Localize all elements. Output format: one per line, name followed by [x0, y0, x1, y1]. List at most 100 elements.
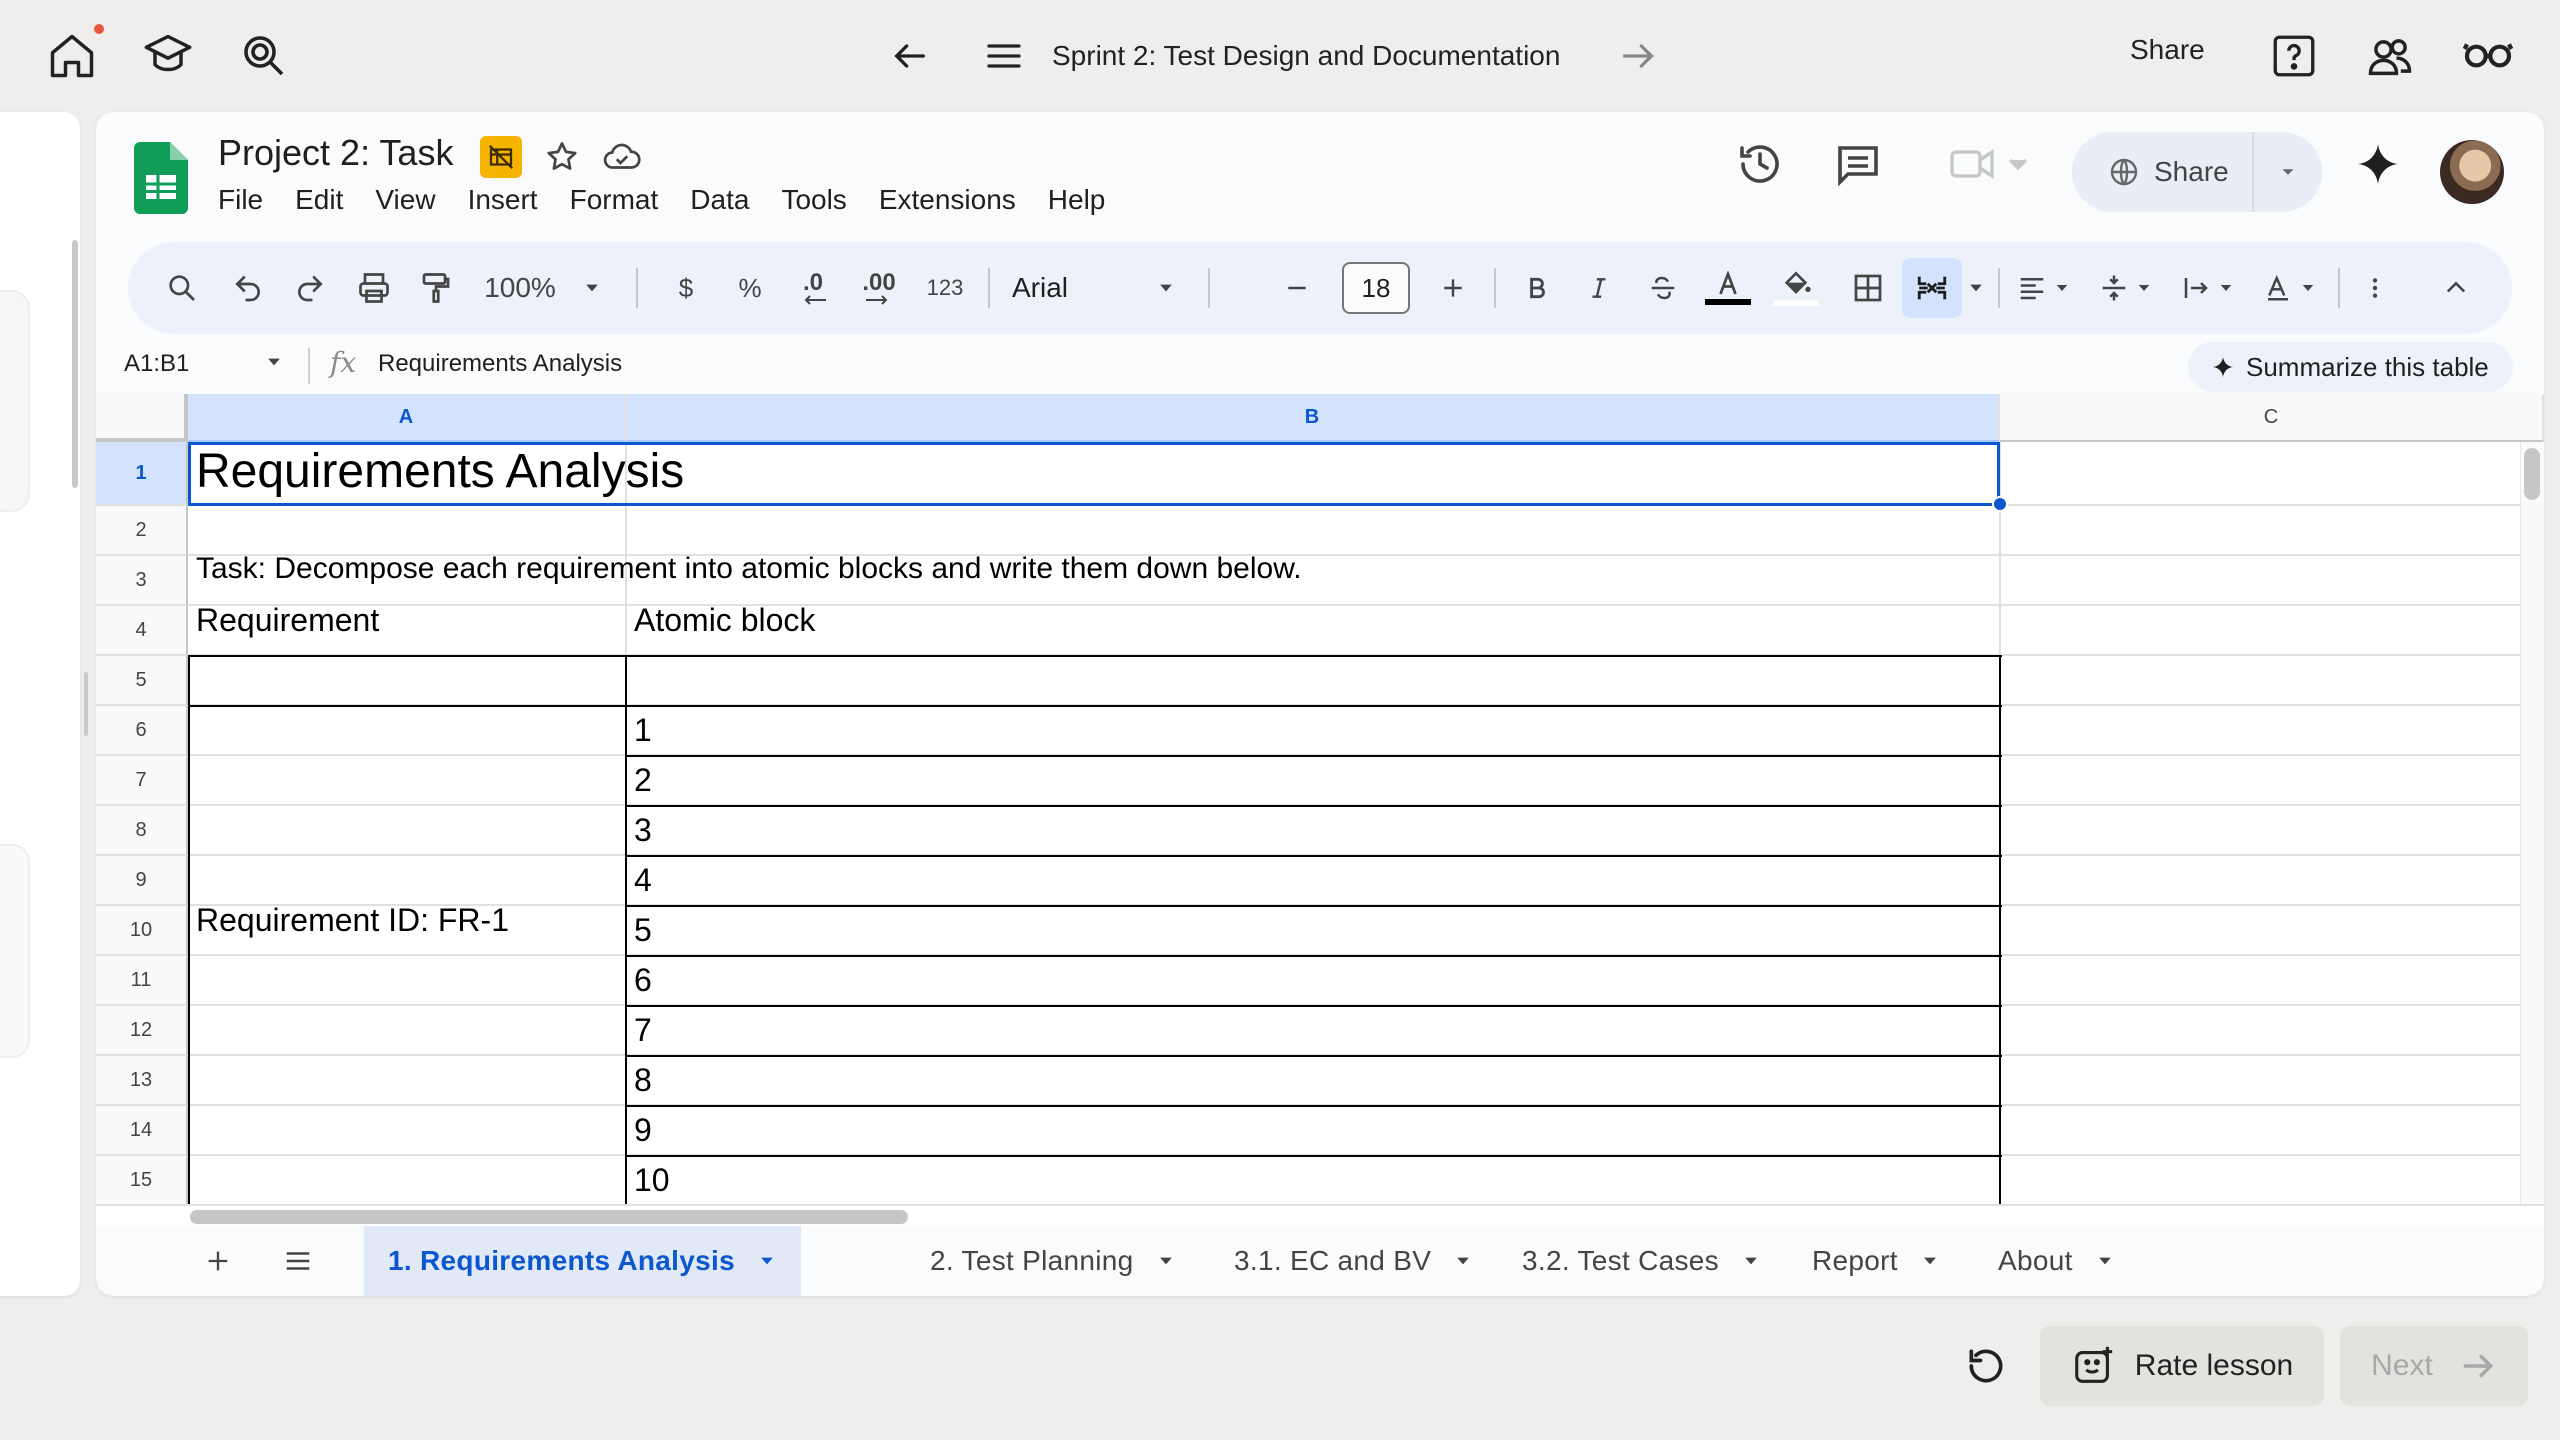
spreadsheet-grid[interactable]: A B C Requirements Analysis Task: Decomp… — [96, 394, 2544, 1204]
gemini-icon[interactable] — [2346, 132, 2410, 196]
row-header[interactable]: 13 — [96, 1056, 188, 1106]
row-header[interactable]: 12 — [96, 1006, 188, 1056]
reload-icon[interactable] — [1958, 1338, 2014, 1394]
currency-format-button[interactable]: $ — [658, 258, 714, 318]
row-header[interactable]: 3 — [96, 556, 188, 606]
menu-data[interactable]: Data — [674, 184, 765, 216]
chevron-down-icon[interactable] — [1156, 1251, 1176, 1271]
bold-icon[interactable] — [1512, 258, 1562, 318]
horizontal-scrollbar[interactable] — [96, 1204, 2544, 1226]
valign-icon[interactable] — [2090, 258, 2162, 318]
text-wrap-icon[interactable] — [2172, 258, 2244, 318]
menu-insert[interactable]: Insert — [452, 184, 554, 216]
chevron-down-icon[interactable] — [1453, 1251, 1473, 1271]
decrease-decimal-button[interactable]: .0 — [782, 258, 844, 318]
row-header[interactable]: 7 — [96, 756, 188, 806]
atomic-block-cell[interactable]: 4 — [634, 862, 652, 899]
minus-icon[interactable] — [1272, 258, 1322, 318]
row-header[interactable]: 1 — [96, 442, 188, 506]
paint-format-icon[interactable] — [408, 258, 464, 318]
tab-sheet[interactable]: 3.1. EC and BV — [1210, 1226, 1497, 1296]
select-all-corner[interactable] — [96, 394, 188, 442]
meet-icon[interactable] — [1938, 132, 2038, 196]
summarize-table-button[interactable]: Summarize this table — [2188, 342, 2513, 392]
sheet-title-cell[interactable]: Requirements Analysis — [196, 444, 684, 499]
community-icon[interactable] — [2360, 26, 2420, 86]
help-icon[interactable] — [2264, 26, 2324, 86]
number-format-button[interactable]: 123 — [914, 258, 976, 318]
atomic-block-cell[interactable]: 6 — [634, 962, 652, 999]
side-panel-scrollbar[interactable] — [72, 240, 78, 488]
font-size-input[interactable]: 18 — [1342, 262, 1410, 314]
row-header[interactable]: 6 — [96, 706, 188, 756]
row-header[interactable]: 10 — [96, 906, 188, 956]
atomic-block-cell[interactable]: 9 — [634, 1112, 652, 1149]
search-icon[interactable] — [154, 258, 210, 318]
header-atomic-cell[interactable]: Atomic block — [634, 602, 815, 639]
name-box[interactable]: A1:B1 — [124, 350, 189, 378]
home-icon[interactable] — [42, 26, 102, 86]
strikethrough-icon[interactable] — [1638, 258, 1688, 318]
requirement-id-cell[interactable]: Requirement ID: FR-1 — [196, 902, 509, 939]
print-icon[interactable] — [346, 258, 402, 318]
doc-title[interactable]: Project 2: Task — [218, 132, 453, 174]
header-requirement-cell[interactable]: Requirement — [196, 602, 379, 639]
panel-resize-handle[interactable] — [84, 672, 88, 736]
percent-format-button[interactable]: % — [722, 258, 778, 318]
atomic-block-cell[interactable]: 7 — [634, 1012, 652, 1049]
fill-color-icon[interactable] — [1768, 258, 1824, 318]
merge-cells-icon[interactable] — [1902, 258, 1962, 318]
chevron-down-icon[interactable] — [757, 1251, 777, 1271]
forward-arrow-icon[interactable] — [1608, 26, 1668, 86]
sheets-logo-icon[interactable] — [134, 142, 188, 214]
row-header[interactable]: 8 — [96, 806, 188, 856]
history-icon[interactable] — [1728, 132, 1792, 196]
cloud-icon[interactable] — [602, 139, 642, 175]
horizontal-scroll-thumb[interactable] — [190, 1210, 908, 1224]
formula-input[interactable]: Requirements Analysis — [378, 350, 622, 378]
redo-icon[interactable] — [282, 258, 338, 318]
graduation-cap-icon[interactable] — [138, 26, 198, 86]
menu-tools[interactable]: Tools — [765, 184, 862, 216]
add-sheet-icon[interactable] — [188, 1236, 248, 1286]
menu-extensions[interactable]: Extensions — [863, 184, 1032, 216]
text-rotate-icon[interactable] — [2254, 258, 2326, 318]
chevron-down-icon[interactable] — [1741, 1251, 1761, 1271]
menu-format[interactable]: Format — [554, 184, 675, 216]
name-box-dropdown-icon[interactable] — [264, 352, 284, 372]
tab-sheet[interactable]: 2. Test Planning — [906, 1226, 1200, 1296]
row-header[interactable]: 9 — [96, 856, 188, 906]
menu-file[interactable]: File — [218, 184, 279, 216]
collapse-icon[interactable] — [2428, 258, 2484, 318]
column-header-a[interactable]: A — [188, 394, 626, 442]
zoom-select[interactable]: 100% — [478, 258, 608, 318]
text-color-icon[interactable] — [1700, 258, 1756, 318]
column-header-b[interactable]: B — [626, 394, 2000, 442]
atomic-block-cell[interactable]: 3 — [634, 812, 652, 849]
merge-dropdown-icon[interactable] — [1962, 258, 1990, 318]
font-select[interactable]: Arial — [998, 258, 1188, 318]
glasses-icon[interactable] — [2458, 26, 2518, 86]
atomic-block-cell[interactable]: 10 — [634, 1162, 670, 1199]
star-icon[interactable] — [544, 139, 580, 175]
task-cell[interactable]: Task: Decompose each requirement into at… — [196, 552, 1302, 586]
more-icon[interactable] — [2350, 258, 2400, 318]
tab-sheet[interactable]: Report — [1788, 1226, 1964, 1296]
borders-icon[interactable] — [1840, 258, 1896, 318]
share-button[interactable]: Share — [2072, 132, 2322, 212]
tab-sheet[interactable]: 1. Requirements Analysis — [364, 1226, 801, 1296]
menu-icon[interactable] — [974, 26, 1034, 86]
row-header[interactable]: 11 — [96, 956, 188, 1006]
row-header[interactable]: 2 — [96, 506, 188, 556]
fill-handle[interactable] — [1992, 496, 2008, 512]
all-sheets-icon[interactable] — [268, 1236, 328, 1286]
vertical-scrollbar[interactable] — [2520, 442, 2544, 1204]
italic-icon[interactable] — [1574, 258, 1624, 318]
slides-badge-icon[interactable] — [480, 136, 522, 178]
atomic-block-cell[interactable]: 8 — [634, 1062, 652, 1099]
row-header[interactable]: 5 — [96, 656, 188, 706]
chevron-down-icon[interactable] — [1920, 1251, 1940, 1271]
rate-lesson-button[interactable]: Rate lesson — [2040, 1326, 2324, 1406]
menu-edit[interactable]: Edit — [279, 184, 359, 216]
atomic-block-cell[interactable]: 1 — [634, 712, 652, 749]
